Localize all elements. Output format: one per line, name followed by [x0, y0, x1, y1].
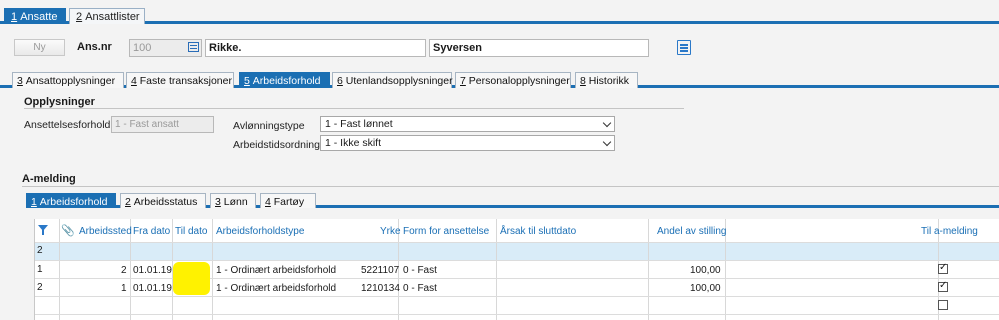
tab-key: 8: [580, 75, 586, 87]
notes-icon[interactable]: [677, 40, 691, 55]
tab-ansattlister[interactable]: 2 Ansattlister: [69, 8, 145, 24]
tab-label: Personalopplysninger: [468, 75, 570, 87]
ansnr-label: Ans.nr: [77, 41, 112, 53]
tab-key: 1: [11, 11, 18, 23]
avlonningstype-label: Avlønningstype: [233, 120, 305, 132]
tab-ansattopplysninger[interactable]: 3 Ansattopplysninger: [12, 72, 124, 88]
checkmark-icon: ✓: [939, 280, 948, 291]
tab-key: 2: [76, 11, 83, 23]
row-number: 1: [37, 264, 43, 275]
amelding-title: A-melding: [22, 173, 76, 185]
ansettelsesforhold-label: Ansettelsesforhold: [24, 119, 111, 131]
col-header-arbeidsforholdstype[interactable]: Arbeidsforholdstype: [216, 226, 304, 237]
tab-key: 4: [131, 75, 137, 87]
chevron-down-icon: [602, 137, 612, 147]
top-tab-bar: 1 Ansatte 2 Ansattlister: [0, 0, 999, 24]
attachment-icon[interactable]: 📎: [61, 224, 75, 237]
col-header-til-amelding[interactable]: Til a-melding: [921, 226, 978, 237]
tab-label: Arbeidsforhold: [252, 75, 321, 87]
tab-faste-transaksjoner[interactable]: 4 Faste transaksjoner: [126, 72, 234, 88]
col-header-yrke[interactable]: Yrke: [380, 226, 401, 237]
col-header-til-dato[interactable]: Til dato: [175, 226, 207, 237]
arbeidstidsordning-value: 1 - Ikke skift: [325, 137, 382, 149]
tab-label: Historikk: [588, 75, 630, 87]
cell-arbeidssted[interactable]: 2: [121, 265, 127, 276]
tab-key: 3: [215, 196, 221, 208]
tab-key: 2: [125, 196, 131, 208]
section-divider: [24, 108, 684, 109]
tab-label: Arbeidsforhold: [39, 196, 108, 208]
first-name-field[interactable]: Rikke.: [205, 39, 426, 57]
tab-label: Arbeidsstatus: [133, 196, 198, 208]
col-header-andel[interactable]: Andel av stilling: [657, 226, 726, 237]
ansettelsesforhold-field[interactable]: 1 - Fast ansatt: [111, 116, 214, 133]
cell-form[interactable]: 0 - Fast: [403, 265, 437, 276]
cell-arbeidssted[interactable]: 1: [121, 283, 127, 294]
section-divider: [22, 186, 999, 187]
tab-key: 5: [244, 75, 250, 87]
tab-key: 1: [31, 196, 37, 208]
tab-amelding-arbeidsforhold[interactable]: 1 Arbeidsforhold: [26, 193, 116, 208]
tab-amelding-fartoy[interactable]: 4 Fartøy: [260, 193, 316, 208]
tab-label: Ansattopplysninger: [25, 75, 116, 87]
tab-label: Ansattlister: [85, 11, 140, 23]
tab-key: 7: [460, 75, 466, 87]
til-amelding-checkbox[interactable]: ✓: [938, 262, 948, 274]
selected-row[interactable]: [35, 243, 999, 260]
ansnr-value: 100: [133, 42, 152, 54]
tab-key: 3: [17, 75, 23, 87]
tab-amelding-arbeidsstatus[interactable]: 2 Arbeidsstatus: [120, 193, 206, 208]
avlonningstype-value: 1 - Fast lønnet: [325, 118, 393, 130]
tab-label: Ansatte: [20, 11, 58, 23]
cell-fra-dato[interactable]: 01.01.19: [133, 265, 172, 276]
cell-andel[interactable]: 100,00: [690, 283, 721, 294]
tab-utenlandsopplysninger[interactable]: 6 Utenlandsopplysninger: [332, 72, 453, 88]
list-lookup-icon[interactable]: [188, 42, 199, 52]
cell-yrke[interactable]: 5221107: [361, 265, 399, 276]
selected-row-number: 2: [37, 245, 43, 256]
col-header-arbeidssted[interactable]: Arbeidssted: [79, 226, 132, 237]
tab-label: Fartøy: [273, 196, 305, 208]
cell-andel[interactable]: 100,00: [690, 265, 721, 276]
col-header-arsak[interactable]: Årsak til sluttdato: [500, 226, 576, 237]
arbeidstidsordning-label: Arbeidstidsordning: [233, 139, 320, 151]
tab-personalopplysninger[interactable]: 7 Personalopplysninger: [455, 72, 571, 88]
new-button[interactable]: Ny: [14, 39, 65, 56]
highlight-marker: [173, 262, 210, 295]
tab-label: Utenlandsopplysninger: [345, 75, 453, 87]
row-number: 2: [37, 282, 43, 293]
last-name-field[interactable]: Syversen: [429, 39, 649, 57]
tab-key: 4: [265, 196, 271, 208]
arbeidstidsordning-select[interactable]: 1 - Ikke skift: [320, 135, 615, 151]
til-amelding-checkbox-empty[interactable]: [938, 300, 948, 310]
tab-historikk[interactable]: 8 Historikk: [575, 72, 638, 88]
til-amelding-checkbox[interactable]: ✓: [938, 280, 948, 292]
checkmark-icon: ✓: [939, 262, 948, 273]
cell-fra-dato[interactable]: 01.01.19: [133, 283, 172, 294]
chevron-down-icon: [602, 118, 612, 128]
employee-sub-tab-bar: 3 Ansattopplysninger 4 Faste transaksjon…: [0, 72, 999, 88]
tab-amelding-lonn[interactable]: 3 Lønn: [210, 193, 256, 208]
tab-label: Lønn: [223, 196, 248, 208]
cell-form[interactable]: 0 - Fast: [403, 283, 437, 294]
cell-arbeidsforholdstype[interactable]: 1 - Ordinært arbeidsforhold: [216, 283, 336, 294]
tab-label: Faste transaksjoner: [139, 75, 232, 87]
cell-yrke[interactable]: 1210134: [361, 283, 400, 294]
tab-key: 6: [337, 75, 343, 87]
cell-arbeidsforholdstype[interactable]: 1 - Ordinært arbeidsforhold: [216, 265, 336, 276]
amelding-tab-bar: 1 Arbeidsforhold 2 Arbeidsstatus 3 Lønn …: [26, 193, 999, 208]
tab-ansatte[interactable]: 1 Ansatte: [4, 8, 66, 24]
col-header-fra-dato[interactable]: Fra dato: [133, 226, 170, 237]
opplysninger-title: Opplysninger: [24, 96, 95, 108]
col-header-form[interactable]: Form for ansettelse: [403, 226, 489, 237]
tab-arbeidsforhold[interactable]: 5 Arbeidsforhold: [239, 72, 330, 88]
avlonningstype-select[interactable]: 1 - Fast lønnet: [320, 116, 615, 132]
